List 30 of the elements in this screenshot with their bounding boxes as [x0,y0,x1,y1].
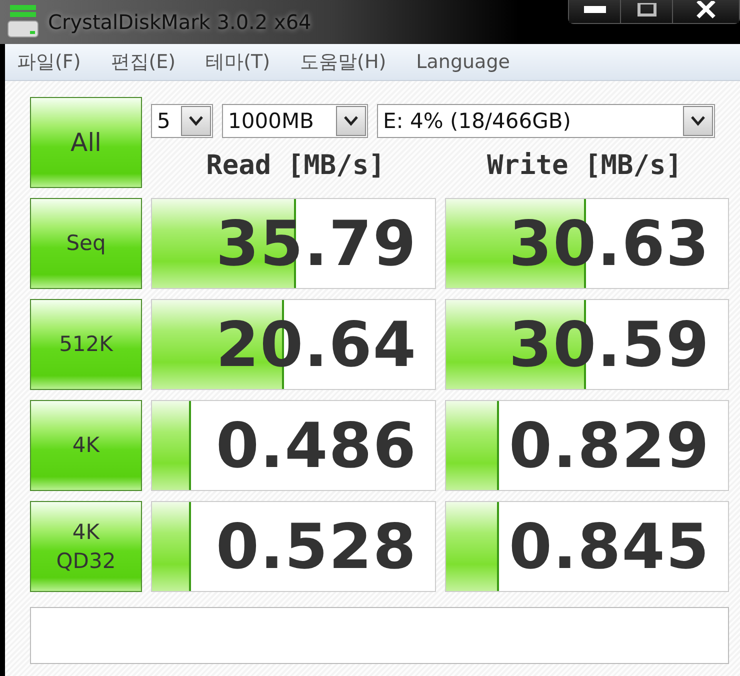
minimize-icon [584,6,606,14]
close-icon [695,1,717,19]
close-button[interactable] [673,0,739,23]
column-header: Read [MB/s] [205,150,386,181]
test-button[interactable]: 512K [30,299,142,390]
chevron-icon [188,116,204,126]
speed-value: 0.829 [508,409,711,482]
menu-item[interactable]: Language [416,51,510,73]
maximize-icon [636,3,656,17]
dropdown[interactable]: E: 4% (18/466GB) [377,104,715,138]
chevron-icon [690,116,706,126]
comment-field[interactable] [30,607,729,664]
dropdown[interactable]: 5 [151,104,213,138]
dropdown[interactable]: 1000MB [222,104,368,138]
test-button[interactable]: 4K QD32 [30,501,142,592]
speed-value: 0.528 [216,510,418,583]
speed-value: 0.845 [508,510,711,583]
menu-item[interactable]: 파일(F) [17,49,81,75]
column-header: Write [MB/s] [486,150,684,181]
menu-item[interactable]: 편집(E) [110,49,176,75]
drive-icon [6,5,40,39]
speed-value: 0.486 [216,409,418,482]
test-button[interactable]: Seq [30,198,142,289]
maximize-button[interactable] [621,0,673,23]
all-button[interactable]: All [30,97,142,188]
test-button[interactable]: 4K [30,400,142,491]
menu-item[interactable]: 테마(T) [206,49,270,75]
menu-item[interactable]: 도움말(H) [300,49,386,75]
chevron-icon [343,116,359,126]
minimize-button[interactable] [569,0,621,23]
